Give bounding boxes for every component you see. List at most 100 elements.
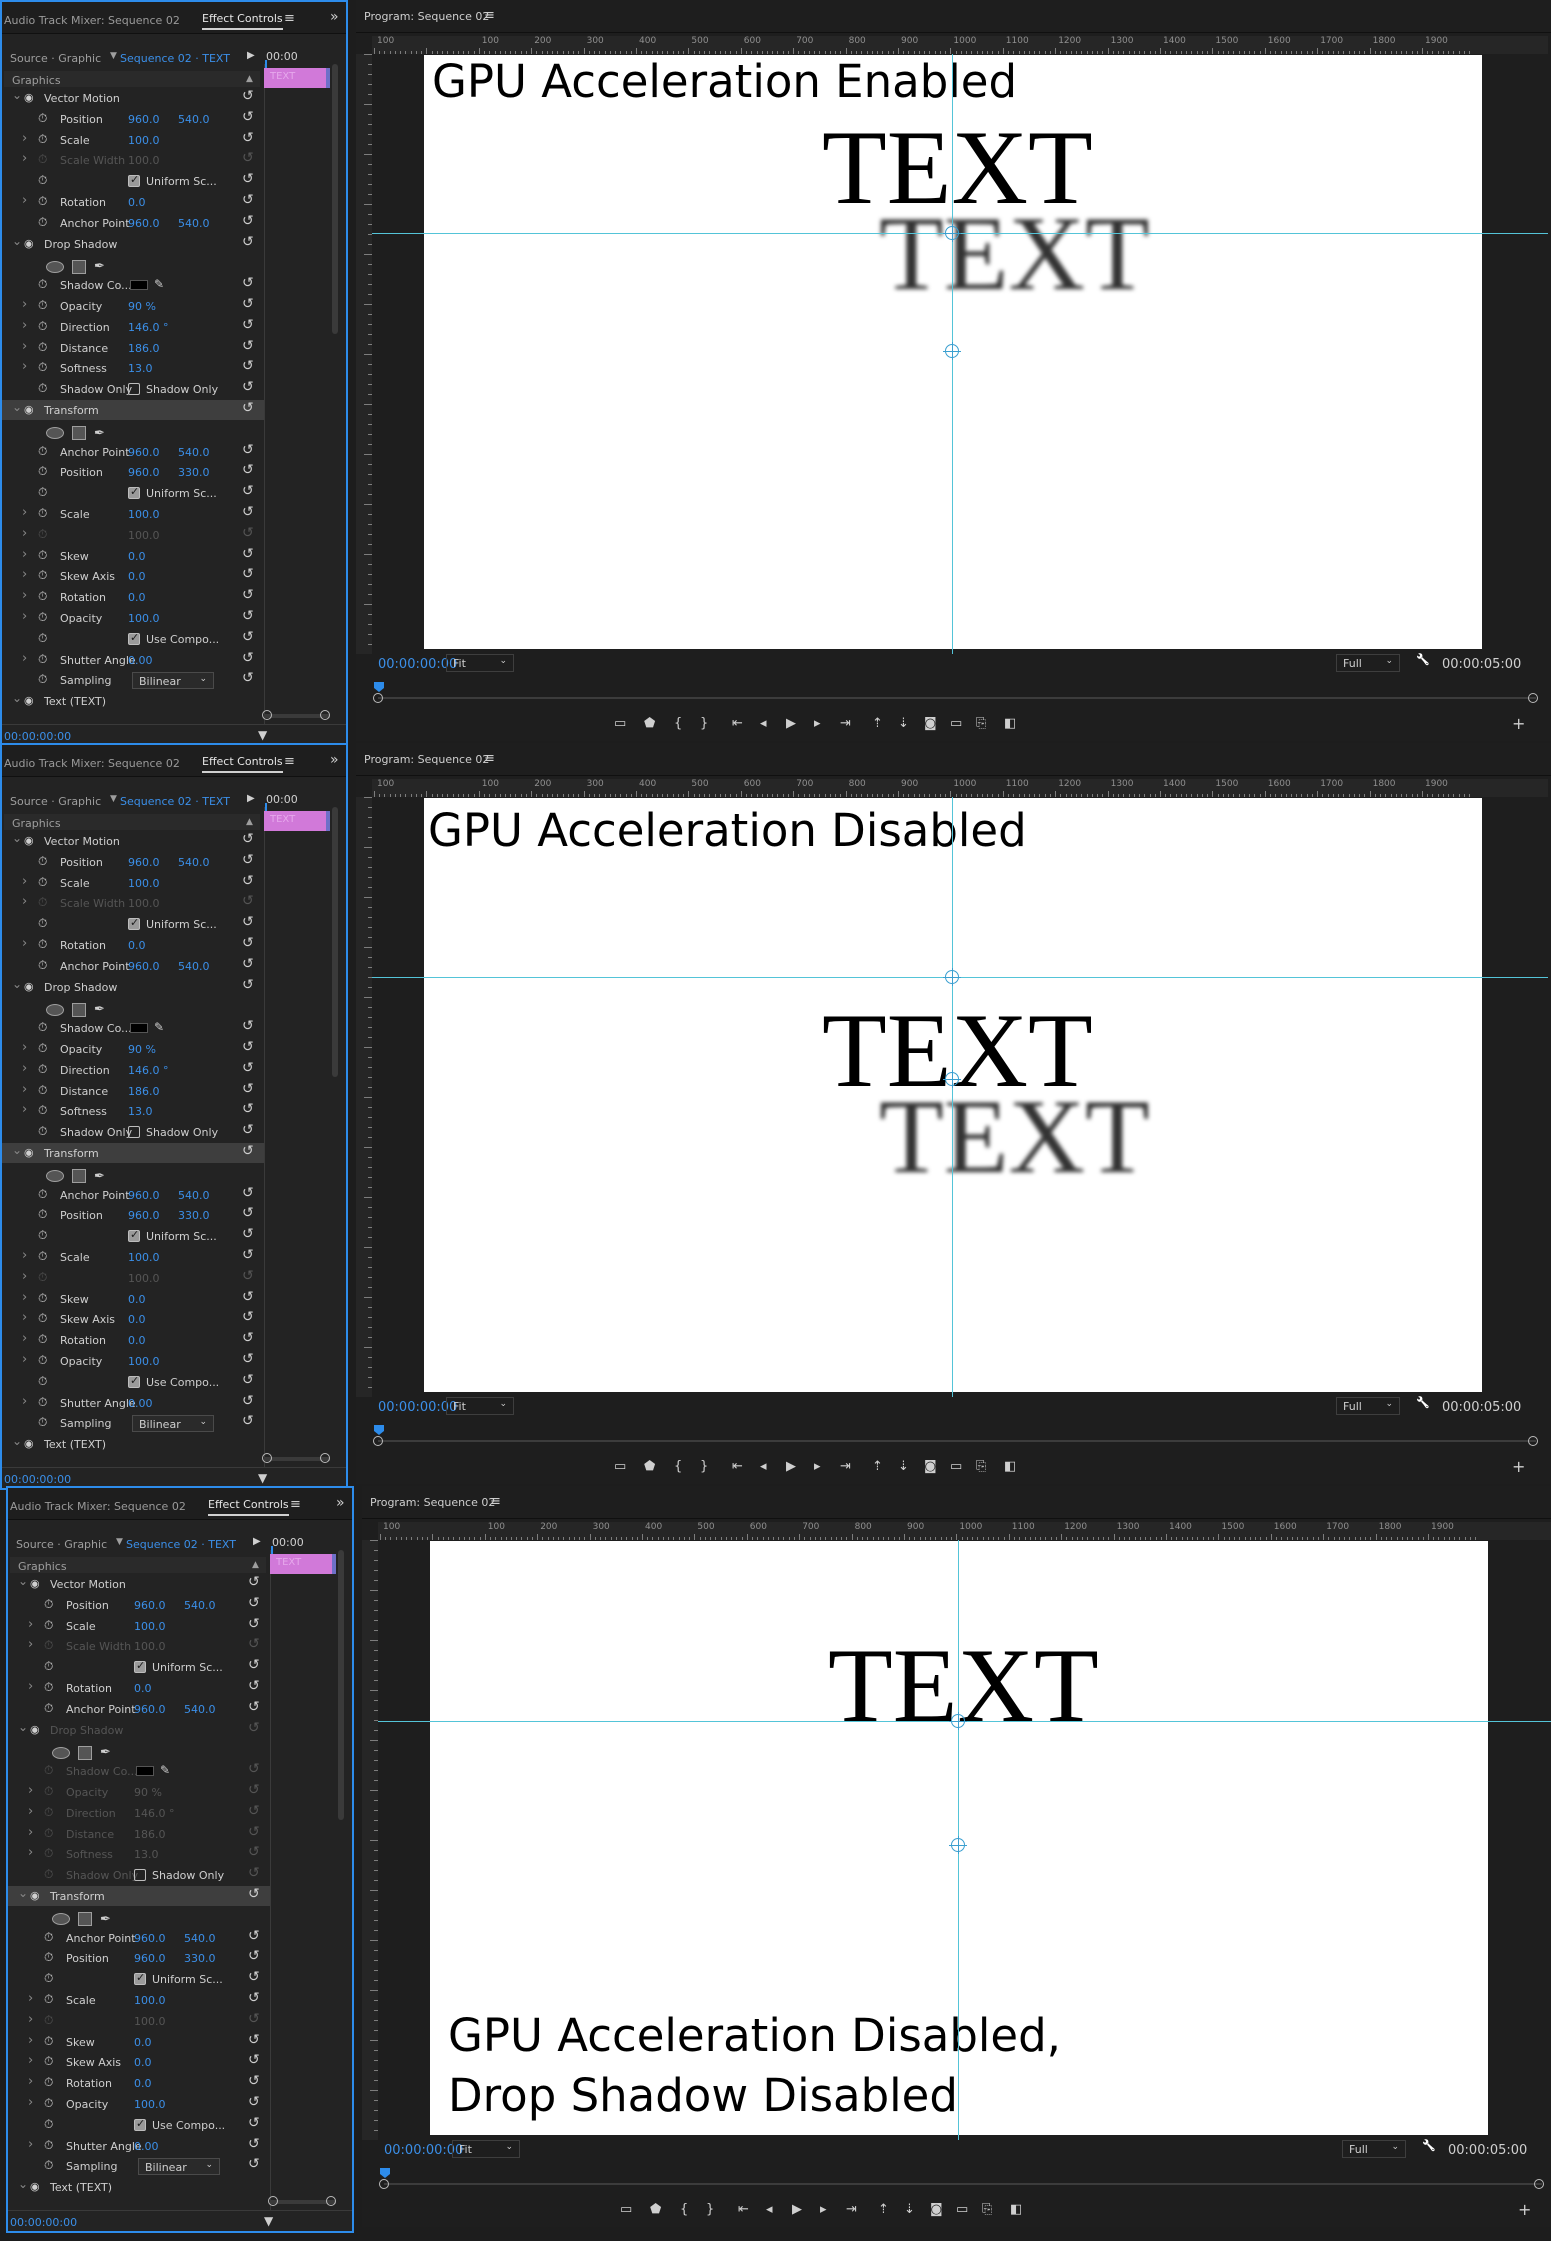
zoom-handle-left[interactable] — [262, 1453, 272, 1463]
go-to-out-icon[interactable]: ⇥ — [846, 2202, 857, 2217]
reset-icon[interactable]: ↺ — [248, 1824, 260, 1840]
effect-row[interactable]: › ⏱ Distance 186.0 ↺ — [8, 1824, 270, 1844]
timeline-clip[interactable]: TEXT — [270, 1554, 336, 1574]
chevron-down-icon[interactable]: ▼ — [110, 51, 117, 61]
property-value[interactable]: 100.0 — [128, 1251, 160, 1264]
multi-camera-icon[interactable]: ◧ — [1004, 716, 1016, 731]
stopwatch-icon[interactable]: ⏱ — [44, 1700, 53, 1716]
stopwatch-icon[interactable]: ⏱ — [38, 1248, 47, 1264]
step-forward-icon[interactable]: ▸ — [814, 716, 821, 731]
reset-icon[interactable]: ↺ — [248, 1699, 260, 1715]
resolution-dropdown[interactable]: Full ⌄ — [1336, 1397, 1400, 1415]
compare-view-icon[interactable]: ▭ — [956, 2202, 968, 2217]
expand-panels-icon[interactable]: » — [336, 1495, 345, 1511]
effect-row[interactable]: ⏱ Anchor Point 960.0 540.0 ↺ — [2, 956, 264, 976]
add-marker-icon[interactable]: ⬟ — [644, 716, 655, 731]
property-value[interactable]: 960.0 — [128, 113, 160, 126]
compare-view-icon[interactable]: ▭ — [950, 1459, 962, 1474]
property-value[interactable]: 0.0 — [128, 1293, 146, 1306]
checkbox[interactable] — [128, 173, 140, 188]
effect-row[interactable]: ⏱Uniform Sc...↺ — [2, 483, 264, 503]
effect-row[interactable]: ⌄ ◉ Drop Shadow ↺ — [8, 1720, 270, 1740]
effect-row[interactable]: ⏱ Sampling Bilinear ⌄ ↺ — [8, 2156, 270, 2176]
chevron-right-icon[interactable]: › — [28, 1845, 33, 1860]
checkbox[interactable] — [128, 631, 140, 645]
reset-icon[interactable]: ↺ — [248, 1616, 260, 1632]
stopwatch-icon[interactable]: ⏱ — [44, 1804, 53, 1820]
effect-row[interactable]: › ⏱ Opacity 100.0 ↺ — [2, 608, 264, 628]
reset-icon[interactable]: ↺ — [242, 852, 254, 868]
vertical-scrollbar[interactable] — [332, 807, 338, 1077]
stopwatch-icon[interactable]: ⏱ — [44, 2053, 53, 2069]
chevron-down-icon[interactable]: ⌄ — [12, 977, 22, 991]
source-clip-label[interactable]: Source · Graphic — [16, 1538, 107, 1551]
stopwatch-icon[interactable]: ⏱ — [38, 1352, 47, 1368]
effect-row[interactable]: › ⏱ Direction 146.0 ° ↺ — [2, 1060, 264, 1080]
effect-row[interactable]: ✒ — [2, 254, 264, 274]
vertical-scrollbar[interactable] — [332, 64, 338, 334]
effect-row[interactable]: › ⏱ Rotation 0.0 ↺ — [2, 192, 264, 212]
property-value[interactable]: 100.0 — [128, 529, 160, 542]
reset-icon[interactable]: ↺ — [248, 2073, 260, 2089]
property-value[interactable]: 146.0 ° — [128, 321, 169, 334]
toggle-effect-icon[interactable]: ◉ — [24, 91, 34, 104]
playhead-marker[interactable] — [271, 1546, 273, 1554]
mark-out-icon[interactable]: } — [700, 716, 708, 731]
property-value[interactable]: 100.0 — [128, 134, 160, 147]
stopwatch-icon[interactable]: ⏱ — [38, 463, 47, 479]
stopwatch-icon[interactable]: ⏱ — [38, 110, 47, 126]
lift-icon[interactable]: ⇡ — [878, 2202, 889, 2217]
reset-icon[interactable]: ↺ — [242, 1081, 254, 1097]
property-value[interactable]: 0.0 — [128, 196, 146, 209]
property-value[interactable]: 540.0 — [184, 1599, 216, 1612]
rectangle-mask-icon[interactable] — [72, 1002, 86, 1017]
stopwatch-icon[interactable]: ⏱ — [38, 297, 47, 313]
lift-icon[interactable]: ⇡ — [872, 716, 883, 731]
reset-icon[interactable]: ↺ — [242, 234, 254, 250]
stopwatch-icon[interactable]: ⏱ — [44, 2157, 53, 2173]
reset-icon[interactable]: ↺ — [242, 956, 254, 972]
zoom-handle-left[interactable] — [379, 2179, 389, 2189]
property-value[interactable]: 960.0 — [128, 446, 160, 459]
effect-row[interactable]: ⏱Uniform Sc...↺ — [2, 1226, 264, 1246]
property-value[interactable]: 100.0 — [134, 1640, 166, 1653]
chevron-down-icon[interactable]: ⌄ — [18, 2177, 28, 2191]
scroll-up-icon[interactable]: ▲ — [246, 817, 253, 827]
effect-row[interactable]: › ⏱ Rotation 0.0 ↺ — [8, 1678, 270, 1698]
play-icon[interactable]: ▶ — [786, 1459, 796, 1474]
stopwatch-icon[interactable]: ⏱ — [38, 443, 47, 459]
property-value[interactable]: 90 % — [128, 1043, 156, 1056]
current-timecode[interactable]: 00:00:00:00 — [4, 1473, 71, 1486]
reset-icon[interactable]: ↺ — [248, 1969, 260, 1985]
toggle-effect-icon[interactable]: ◉ — [30, 1889, 40, 1902]
stopwatch-icon[interactable]: ⏱ — [38, 151, 47, 167]
program-monitor-title[interactable]: Program: Sequence 02 — [364, 10, 489, 23]
play-only-audio-icon[interactable]: ▶ — [247, 793, 255, 804]
checkbox[interactable] — [128, 916, 140, 931]
stopwatch-icon[interactable]: ⏱ — [44, 2137, 53, 2153]
reset-icon[interactable]: ↺ — [242, 1101, 254, 1117]
chevron-right-icon[interactable]: › — [22, 609, 27, 624]
effect-row[interactable]: ⌄ ◉ Text (TEXT) — [2, 691, 264, 711]
property-value[interactable]: 100.0 — [128, 877, 160, 890]
reset-icon[interactable]: ↺ — [242, 1247, 254, 1263]
panel-menu-icon[interactable]: ≡ — [484, 8, 495, 23]
stopwatch-icon[interactable]: ⏱ — [44, 2033, 53, 2049]
reset-icon[interactable]: ↺ — [248, 2011, 260, 2027]
extract-icon[interactable]: ⇣ — [898, 716, 909, 731]
stopwatch-icon[interactable]: ⏱ — [38, 318, 47, 334]
zoom-level-dropdown[interactable]: Fit ⌄ — [452, 2140, 520, 2158]
sampling-dropdown[interactable]: Bilinear ⌄ — [132, 672, 214, 690]
chevron-down-icon[interactable]: ⌄ — [18, 1886, 28, 1900]
reset-icon[interactable]: ↺ — [242, 1289, 254, 1305]
timeline-clip[interactable]: TEXT — [264, 68, 330, 88]
vr-video-icon[interactable]: ⎘ — [976, 716, 986, 731]
chevron-right-icon[interactable]: › — [28, 2012, 33, 2027]
vr-video-icon[interactable]: ⎘ — [976, 1459, 986, 1474]
property-value[interactable]: 100.0 — [128, 154, 160, 167]
safe-margins-icon[interactable]: ▭ — [614, 1459, 626, 1474]
stopwatch-icon[interactable]: ⏱ — [38, 630, 47, 646]
go-to-in-icon[interactable]: ⇤ — [732, 1459, 743, 1474]
reset-icon[interactable]: ↺ — [242, 317, 254, 333]
stopwatch-icon[interactable]: ⏱ — [44, 1637, 53, 1653]
